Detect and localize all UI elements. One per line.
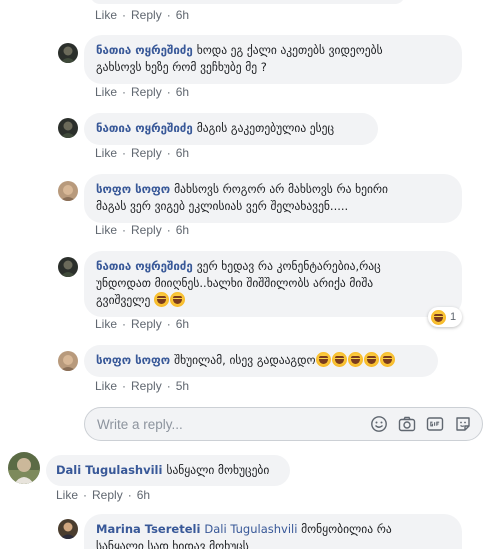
previous-comment-actions: Like · Reply · 6h bbox=[95, 8, 190, 22]
camera-icon[interactable] bbox=[398, 415, 416, 433]
comment-author[interactable]: სოფო სოფო bbox=[96, 353, 170, 367]
avatar[interactable] bbox=[58, 257, 78, 277]
comment-author[interactable]: Marina Tsereteli bbox=[96, 522, 200, 536]
comment-text-line2: გახსოვს ხეზე რომ ვეჩხუბე მე ? bbox=[96, 60, 267, 74]
reply-link[interactable]: Reply bbox=[131, 317, 162, 331]
laughing-emoji-icon bbox=[153, 292, 169, 307]
laughing-emoji-icon bbox=[169, 292, 185, 307]
comment-text: მაგის გაკეთებულია ესეც bbox=[196, 121, 335, 135]
reaction-count-badge[interactable]: 1 bbox=[428, 307, 463, 327]
avatar[interactable] bbox=[58, 519, 78, 539]
comment-author[interactable]: სოფო სოფო bbox=[96, 182, 170, 196]
comment-text: მახსოვს როგორ არ მახსოვს რა ხეირი bbox=[174, 182, 388, 196]
avatar[interactable] bbox=[58, 351, 78, 371]
reply-link[interactable]: Reply bbox=[131, 8, 162, 22]
comment-bubble: ნათია ოყრეშიძე ხოდა ეგ ქალი აკეთებს ვიდეო… bbox=[84, 35, 462, 84]
comment-text-line3: გვიშველე bbox=[96, 293, 151, 307]
timestamp[interactable]: 5h bbox=[176, 379, 189, 393]
timestamp[interactable]: 6h bbox=[137, 488, 150, 502]
laughing-emoji-icon bbox=[379, 352, 395, 367]
reply-tools bbox=[370, 415, 472, 433]
comment-text: სანყალი მოხუცები bbox=[166, 463, 270, 477]
comment-text: ხოდა ეგ ქალი აკეთებს ვიდეოებს bbox=[196, 43, 383, 57]
timestamp[interactable]: 6h bbox=[176, 317, 189, 331]
comment-bubble: Dali Tugulashvili სანყალი მოხუცები bbox=[46, 455, 290, 486]
like-link[interactable]: Like bbox=[95, 85, 117, 99]
comment-actions: Like · Reply · 6h bbox=[95, 85, 190, 99]
avatar[interactable] bbox=[58, 118, 78, 138]
comment-text-line2: სანყალი სად ხიდავ მოხუცს bbox=[96, 539, 249, 549]
comment-author[interactable]: ნათია ოყრეშიძე bbox=[96, 259, 193, 273]
sticker-icon[interactable] bbox=[454, 415, 472, 433]
comment-author[interactable]: ნათია ოყრეშიძე bbox=[96, 121, 193, 135]
comment-bubble: ნათია ოყრეშიძე მაგის გაკეთებულია ესეც bbox=[84, 113, 378, 145]
comment-text-line2: მაგას ვერ ვიგებ ეკლისიას ვერ შელახავენ..… bbox=[96, 199, 349, 213]
like-link[interactable]: Like bbox=[95, 379, 117, 393]
reaction-count: 1 bbox=[450, 311, 457, 323]
reply-box bbox=[84, 407, 483, 441]
timestamp[interactable]: 6h bbox=[176, 146, 189, 160]
comment-bubble: სოფო სოფო მახსოვს როგორ არ მახსოვს რა ხეი… bbox=[84, 174, 462, 223]
previous-comment-bubble bbox=[90, 0, 405, 4]
comment-actions: Like · Reply · 5h bbox=[95, 379, 190, 393]
comment-actions: Like · Reply · 6h bbox=[95, 223, 190, 237]
reply-link[interactable]: Reply bbox=[131, 85, 162, 99]
like-link[interactable]: Like bbox=[95, 223, 117, 237]
comment-actions: Like · Reply · 6h bbox=[95, 146, 190, 160]
timestamp[interactable]: 6h bbox=[176, 8, 189, 22]
comment-actions: Like · Reply · 6h bbox=[56, 488, 151, 502]
laughing-emoji-icon bbox=[331, 352, 347, 367]
avatar[interactable] bbox=[8, 452, 40, 484]
laughing-emoji-icon bbox=[347, 352, 363, 367]
avatar[interactable] bbox=[58, 181, 78, 201]
emoji-icon[interactable] bbox=[370, 415, 388, 433]
comment-bubble: ნათია ოყრეშიძე ვერ ხედავ რა კონენტარებია,… bbox=[84, 251, 462, 317]
avatar[interactable] bbox=[58, 43, 78, 63]
comment-bubble: სოფო სოფო შხუილამ, ისევ გადააგდო bbox=[84, 345, 438, 377]
comment-text: შხუილამ, ისევ გადააგდო bbox=[174, 353, 316, 367]
laughing-emoji-icon bbox=[315, 352, 331, 367]
comment-author[interactable]: ნათია ოყრეშიძე bbox=[96, 43, 193, 57]
like-link[interactable]: Like bbox=[95, 8, 117, 22]
laughing-emoji-icon bbox=[363, 352, 379, 367]
gif-icon[interactable] bbox=[426, 415, 444, 433]
like-link[interactable]: Like bbox=[95, 146, 117, 160]
reply-link[interactable]: Reply bbox=[131, 146, 162, 160]
comment-text: მონყობილია რა bbox=[301, 522, 392, 536]
like-link[interactable]: Like bbox=[56, 488, 78, 502]
comment-bubble: Marina Tsereteli Dali Tugulashvili მონყობ… bbox=[84, 514, 462, 549]
timestamp[interactable]: 6h bbox=[176, 223, 189, 237]
reply-link[interactable]: Reply bbox=[131, 379, 162, 393]
reply-link[interactable]: Reply bbox=[92, 488, 123, 502]
timestamp[interactable]: 6h bbox=[176, 85, 189, 99]
like-link[interactable]: Like bbox=[95, 317, 117, 331]
haha-reaction-icon bbox=[431, 309, 446, 325]
comment-text-line2: უნდოდათ მიიღნეს..ხალხი შიშშილობს არიქა მ… bbox=[96, 276, 374, 290]
reply-input[interactable] bbox=[97, 408, 347, 440]
comment-author[interactable]: Dali Tugulashvili bbox=[56, 463, 162, 477]
mention-link[interactable]: Dali Tugulashvili bbox=[204, 522, 297, 536]
reply-link[interactable]: Reply bbox=[131, 223, 162, 237]
comment-actions: Like · Reply · 6h bbox=[95, 317, 190, 331]
comment-text: ვერ ხედავ რა კონენტარებია,რაც bbox=[196, 259, 381, 273]
